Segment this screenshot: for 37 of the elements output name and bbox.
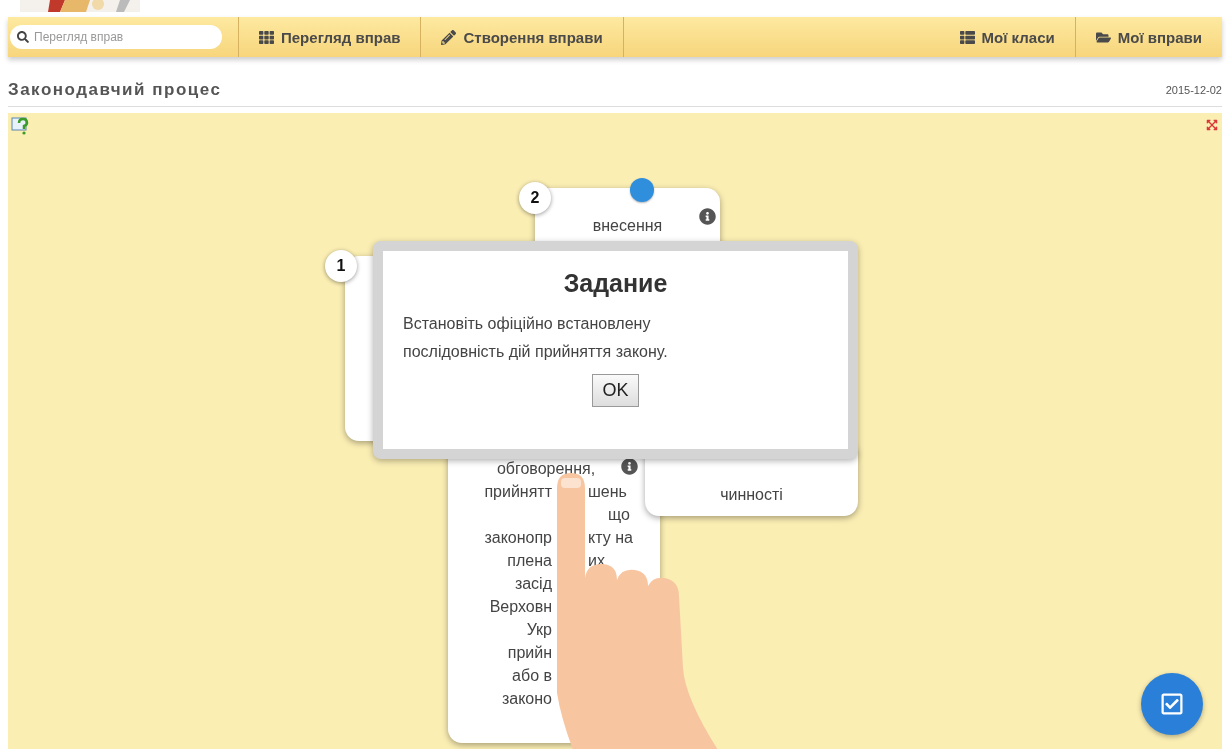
card-text: законо	[500, 689, 552, 709]
pin-dot[interactable]	[630, 178, 654, 202]
card-text: законопр	[483, 528, 552, 548]
nav-link[interactable]: Перегляд вправ	[239, 17, 421, 57]
fullscreen-icon[interactable]	[1206, 119, 1218, 131]
info-icon[interactable]	[699, 208, 716, 225]
card-text: що	[607, 505, 630, 525]
search-icon	[17, 31, 29, 43]
card-text: прийнятт	[483, 482, 552, 502]
grid-icon	[259, 29, 274, 45]
card-text: шень	[588, 482, 628, 502]
info-icon[interactable]	[621, 458, 638, 475]
ok-button[interactable]: OK	[592, 374, 639, 407]
help-icon[interactable]	[11, 116, 31, 136]
checkbox-icon	[1160, 692, 1184, 716]
number-badge: 2	[519, 182, 551, 214]
list-icon	[959, 29, 975, 45]
card-text: внесення	[592, 216, 663, 236]
card-text: прийн	[506, 643, 552, 663]
card-text: плена	[506, 551, 552, 571]
nav-link[interactable]: Створення вправи	[421, 17, 623, 57]
nav-link[interactable]: Мої вправи	[1075, 17, 1222, 57]
check-button[interactable]	[1141, 673, 1203, 735]
card-text: Верховн	[488, 597, 552, 617]
card-text: кту на	[588, 528, 633, 548]
card-text: Укр	[525, 620, 552, 640]
number-badge: 1	[325, 250, 357, 282]
dialog-text: Встановіть офіційно встановлену послідовність дій прийняття закону.	[403, 314, 669, 362]
card-text: чинності	[720, 485, 783, 505]
search-field[interactable]: Перегляд вправ	[10, 25, 222, 49]
card-text: обговорення,	[496, 459, 596, 479]
pencil-icon	[441, 29, 457, 45]
date-label: 2015-12-02	[1165, 84, 1222, 96]
card-text: засід	[513, 574, 552, 594]
page-title: Законодавчий процес	[8, 80, 222, 100]
card-text: або в	[511, 666, 552, 686]
nav-link[interactable]: Мої класи	[939, 17, 1075, 57]
